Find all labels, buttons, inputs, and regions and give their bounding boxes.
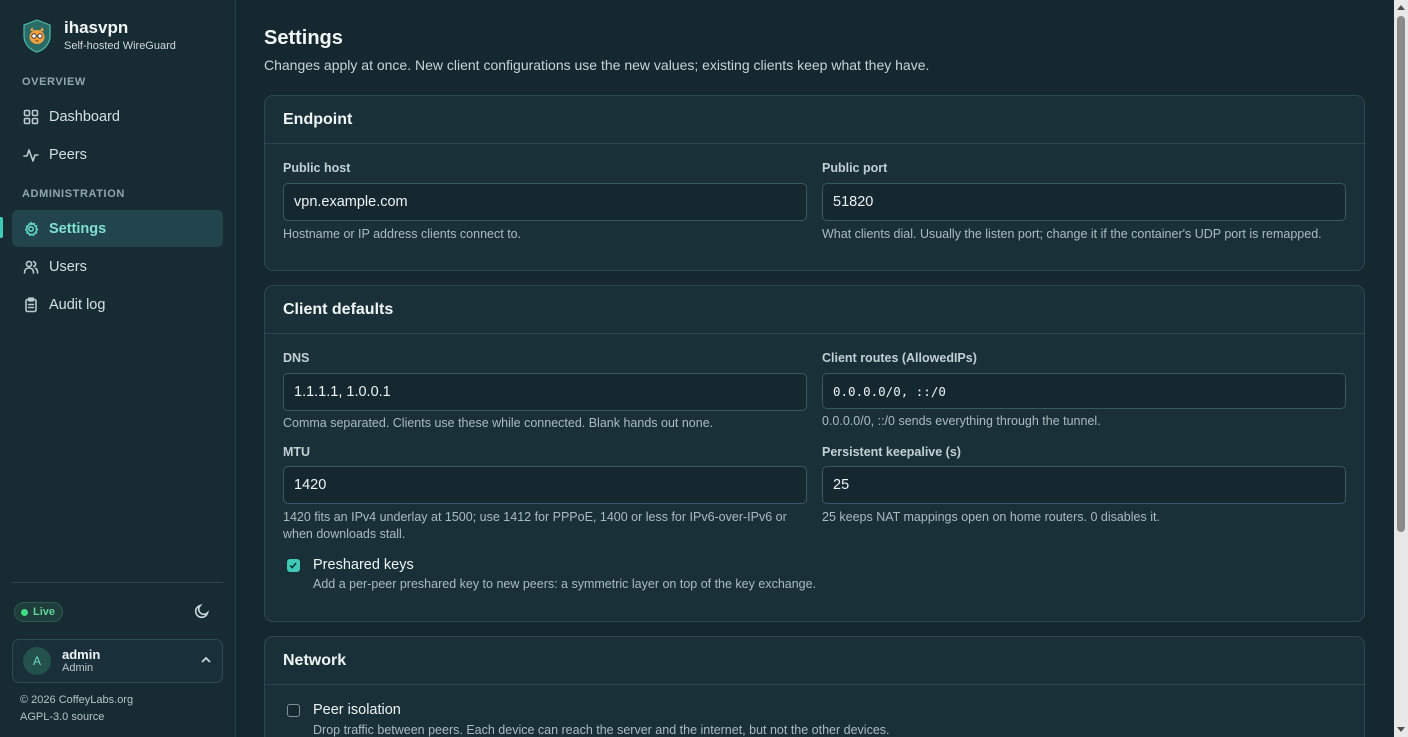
sidebar: ihasvpn Self-hosted WireGuard OVERVIEW D…: [0, 0, 236, 737]
brand-subtitle: Self-hosted WireGuard: [64, 40, 176, 52]
sidebar-item-dashboard[interactable]: Dashboard: [12, 98, 223, 135]
sidebar-item-label: Audit log: [49, 296, 106, 313]
sidebar-item-label: Settings: [49, 220, 107, 237]
card-title: Network: [265, 637, 1364, 685]
dns-field: DNS: [283, 351, 309, 365]
keepalive-input[interactable]: 25: [822, 466, 1346, 504]
moon-icon: [194, 603, 210, 619]
sidebar-item-users[interactable]: Users: [12, 248, 223, 285]
preshared-keys-description: Add a per-peer preshared key to new peer…: [313, 577, 817, 591]
dashboard-icon: [23, 109, 39, 124]
sidebar-footer: © 2026 CoffeyLabs.org AGPL-3.0 source: [20, 692, 133, 726]
card-title: Endpoint: [265, 96, 1364, 144]
user-menu[interactable]: A admin Admin: [12, 639, 223, 683]
main-content: Settings Changes apply at once. New clie…: [236, 0, 1394, 737]
sidebar-divider: [12, 582, 223, 583]
hint-line: when downloads stall.: [283, 527, 406, 541]
public-host-field: Public host: [283, 161, 350, 175]
card-title: Client defaults: [265, 286, 1364, 334]
scroll-thumb[interactable]: [1397, 16, 1405, 532]
avatar: A: [23, 647, 51, 675]
field-hint: 1420 fits an IPv4 underlay at 1500; use …: [283, 509, 807, 543]
mtu-field: MTU: [283, 445, 310, 459]
user-role: Admin: [62, 662, 94, 674]
shield-cat-logo: [23, 18, 51, 53]
field-hint: 25 keeps NAT mappings open on home route…: [822, 510, 1160, 524]
public-host-input[interactable]: vpn.example.com: [283, 183, 807, 221]
theme-toggle-button[interactable]: [194, 603, 212, 621]
hint-line: 1420 fits an IPv4 underlay at 1500; use …: [283, 510, 787, 524]
nav-section-overview: OVERVIEW: [22, 76, 86, 88]
dns-input[interactable]: 1.1.1.1, 1.0.0.1: [283, 373, 807, 411]
field-label: DNS: [283, 351, 310, 365]
client-defaults-card: Client defaults DNS 1.1.1.1, 1.0.0.1 Com…: [264, 285, 1365, 622]
field-hint: What clients dial. Usually the listen po…: [822, 227, 1322, 241]
sidebar-item-audit-log[interactable]: Audit log: [12, 286, 223, 323]
clipboard-icon: [25, 296, 37, 312]
field-label: Client routes (AllowedIPs): [822, 351, 977, 365]
client-routes-input[interactable]: 0.0.0.0/0, ::/0: [822, 373, 1346, 409]
field-label: Public host: [283, 161, 351, 175]
field-hint: Comma separated. Clients use these while…: [283, 416, 714, 430]
activity-icon: [23, 148, 39, 162]
sidebar-item-peers[interactable]: Peers: [12, 136, 223, 173]
peer-isolation-description: Drop traffic between peers. Each device …: [313, 723, 890, 737]
field-label: MTU: [283, 445, 311, 459]
scroll-up-arrow-icon[interactable]: [1397, 5, 1405, 10]
sidebar-item-settings[interactable]: Settings: [12, 210, 223, 247]
field-label: Public port: [822, 161, 888, 175]
endpoint-card: Endpoint Public host vpn.example.com Hos…: [264, 95, 1365, 271]
sidebar-item-label: Peers: [49, 146, 87, 163]
page-scrollbar[interactable]: [1394, 0, 1408, 737]
public-port-input[interactable]: 51820: [822, 183, 1346, 221]
keepalive-field: Persistent keepalive (s): [822, 445, 961, 459]
sidebar-item-label: Dashboard: [49, 108, 120, 125]
public-port-field: Public port: [822, 161, 887, 175]
preshared-keys-checkbox[interactable]: [287, 559, 300, 572]
field-hint: 0.0.0.0/0, ::/0 sends everything through…: [822, 414, 1101, 428]
copyright-link[interactable]: © 2026 CoffeyLabs.org: [20, 692, 133, 709]
field-hint: Hostname or IP address clients connect t…: [283, 227, 522, 241]
checkmark-icon: [289, 562, 297, 569]
network-card: Network Peer isolation Drop traffic betw…: [264, 636, 1365, 737]
gear-icon: [24, 221, 39, 236]
sidebar-item-label: Users: [49, 258, 87, 275]
mtu-input[interactable]: 1420: [283, 466, 807, 504]
nav-section-administration: ADMINISTRATION: [22, 188, 125, 200]
license-link[interactable]: AGPL-3.0 source: [20, 709, 133, 726]
peer-isolation-label: Peer isolation: [313, 702, 401, 718]
status-label: Live: [33, 606, 56, 618]
scroll-down-arrow-icon[interactable]: [1397, 727, 1405, 732]
peer-isolation-checkbox[interactable]: [287, 704, 300, 717]
users-icon: [23, 260, 39, 274]
brand[interactable]: ihasvpn Self-hosted WireGuard: [22, 18, 176, 53]
user-name: admin: [62, 647, 101, 662]
field-label: Persistent keepalive (s): [822, 445, 961, 459]
client-routes-field: Client routes (AllowedIPs): [822, 351, 977, 365]
status-badge: Live: [14, 602, 64, 622]
page-title: Settings: [264, 27, 343, 49]
active-indicator: [0, 217, 3, 238]
brand-name: ihasvpn: [64, 18, 129, 37]
page-description: Changes apply at once. New client config…: [264, 57, 930, 73]
status-dot-icon: [21, 608, 28, 616]
preshared-keys-label: Preshared keys: [313, 557, 414, 573]
chevron-up-icon: [201, 656, 211, 663]
